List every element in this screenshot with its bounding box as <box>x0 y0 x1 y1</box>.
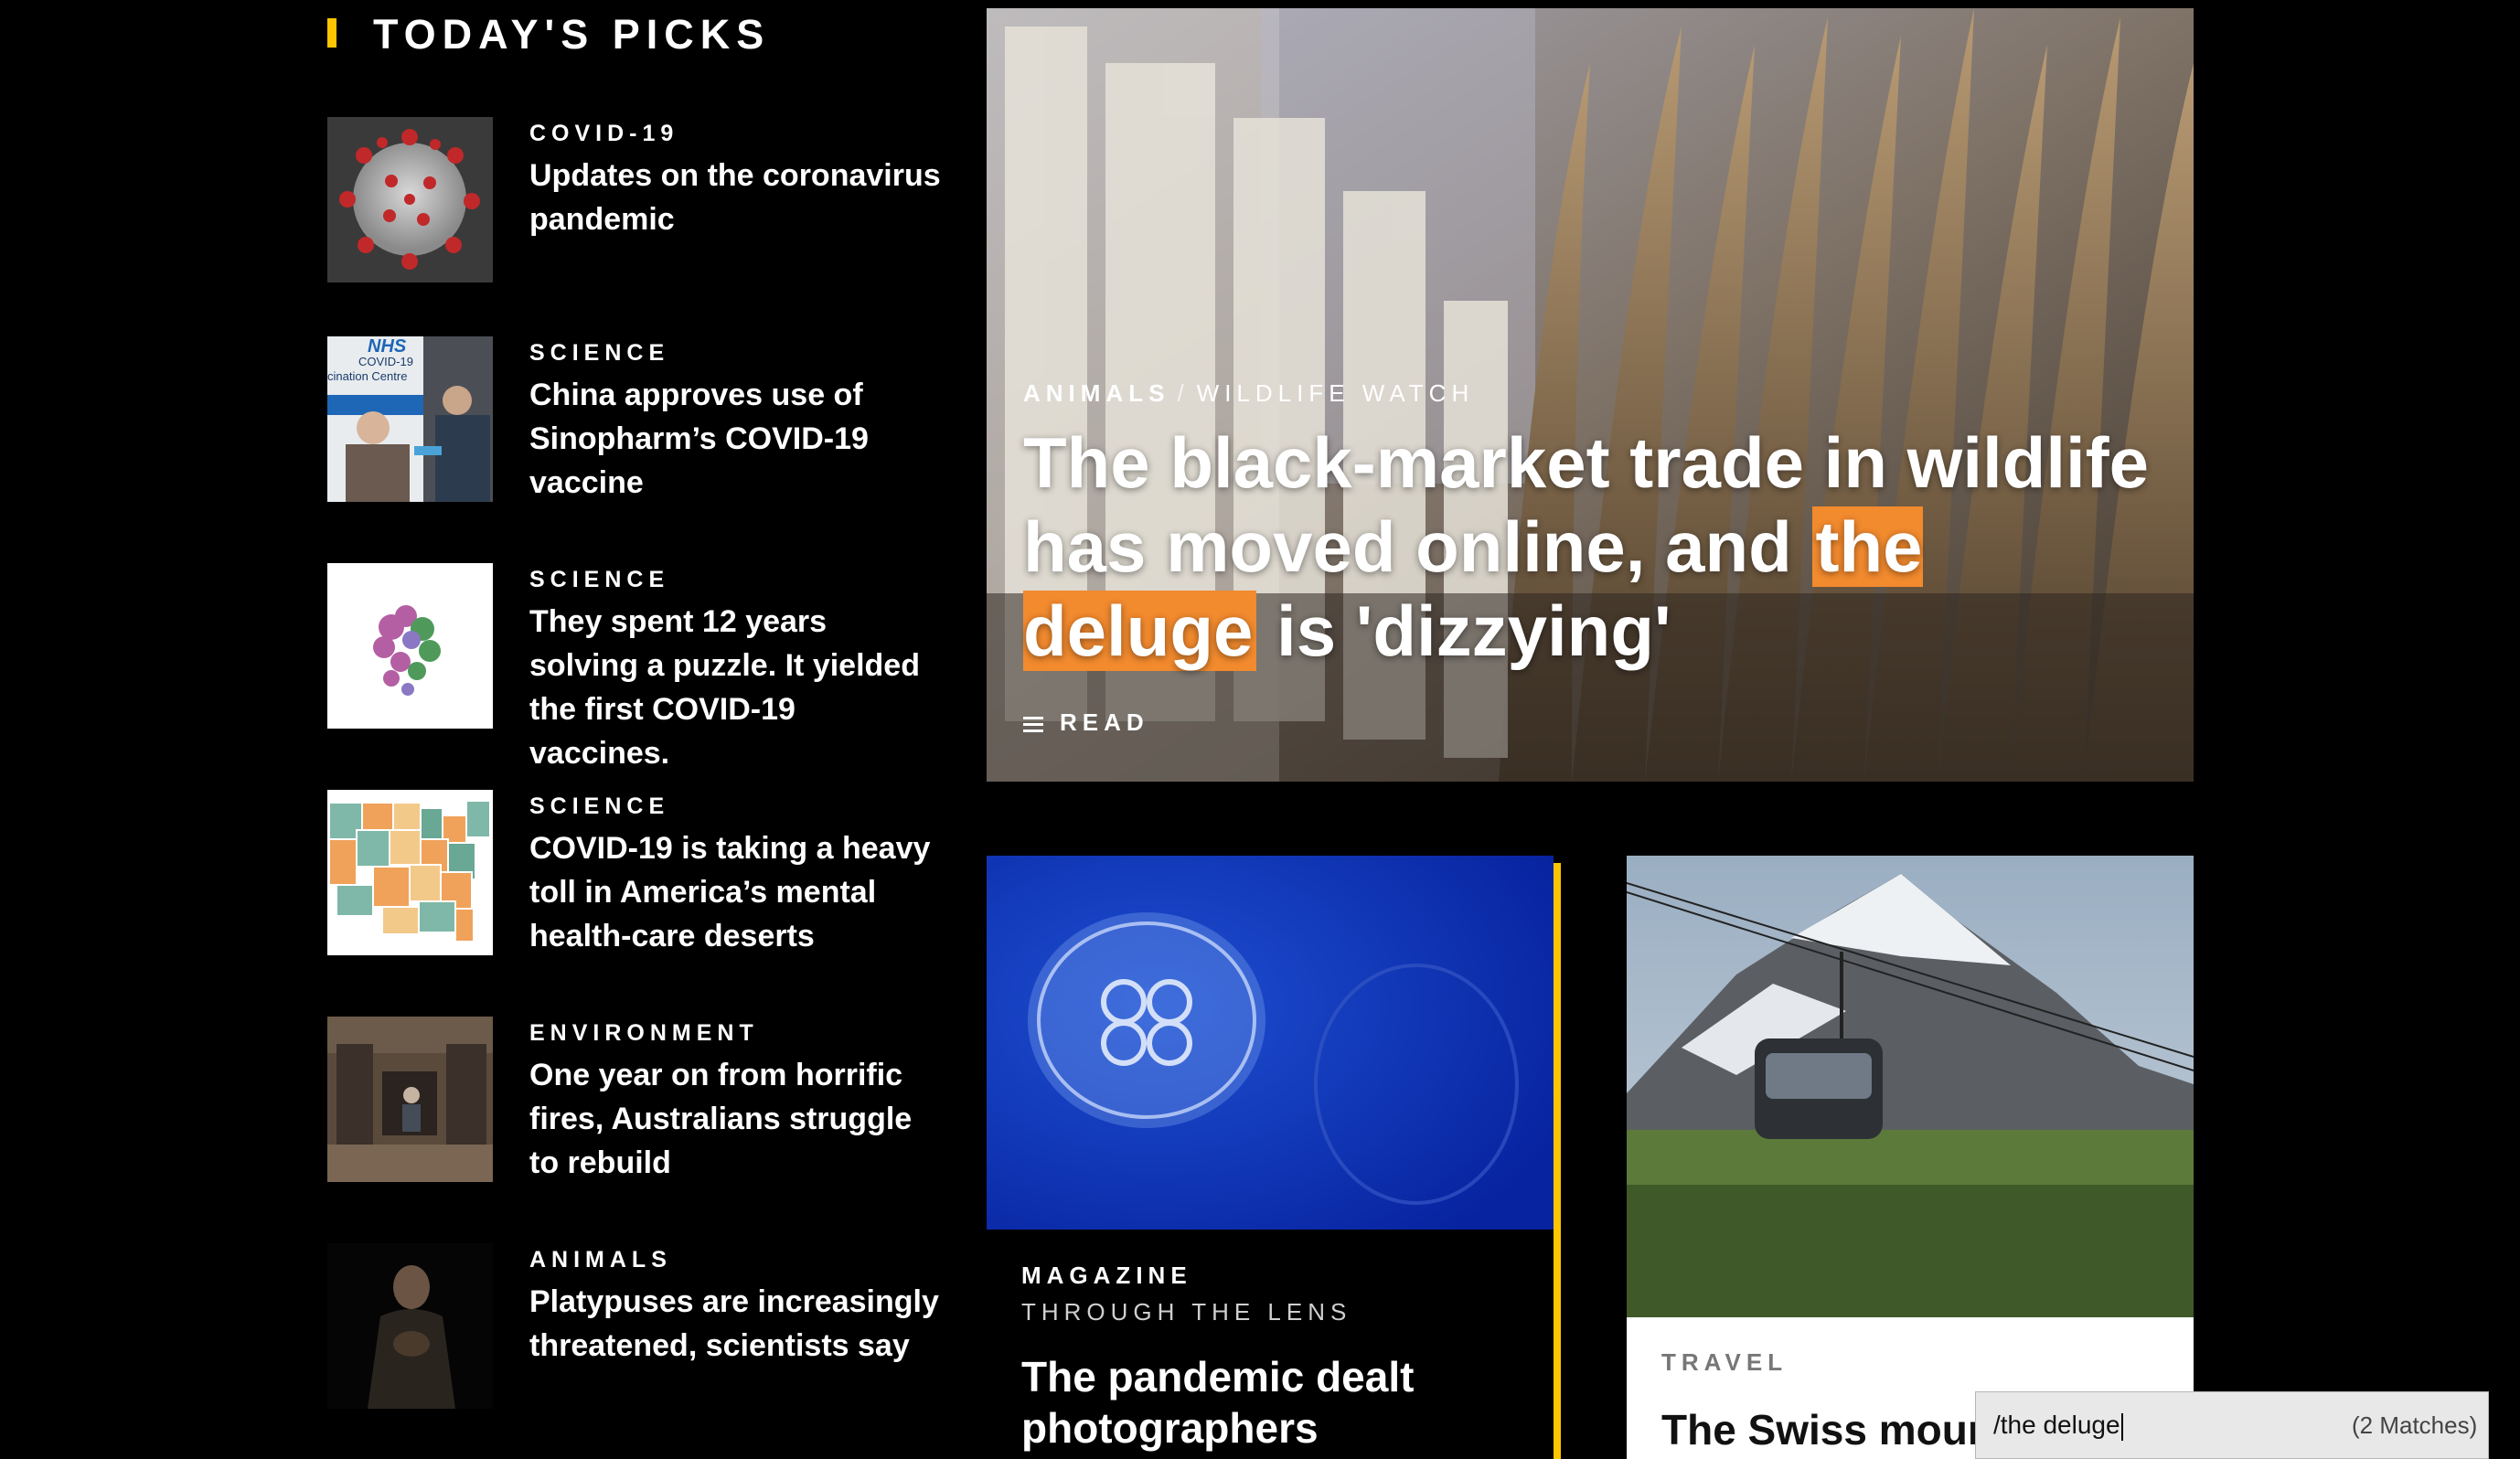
pick-item-sinopharm[interactable]: NHS COVID-19 cination Centre SCIENCE Chi… <box>327 336 931 503</box>
pick-category[interactable]: SCIENCE <box>529 336 669 369</box>
pick-category[interactable]: ANIMALS <box>529 1243 672 1276</box>
pick-item-vaccine-puzzle[interactable]: SCIENCE They spent 12 years solving a pu… <box>327 563 931 771</box>
hero-subcategory[interactable]: WILDLIFE WATCH <box>1197 379 1475 407</box>
hero-headline[interactable]: The black-market trade in wildlife has m… <box>1023 421 2175 673</box>
pick-headline[interactable]: Platypuses are increasingly threatened, … <box>529 1280 941 1368</box>
read-lines-icon <box>1023 713 1043 736</box>
pick-headline[interactable]: They spent 12 years solving a puzzle. It… <box>529 600 941 775</box>
category-separator: / <box>1177 379 1190 407</box>
card1-headline[interactable]: The pandemic dealt photographers <box>1021 1351 1533 1454</box>
pick-category[interactable]: SCIENCE <box>529 790 669 823</box>
pick-category[interactable]: SCIENCE <box>529 563 669 596</box>
burned-house-thumbnail[interactable] <box>327 1017 493 1182</box>
find-input[interactable]: /the deluge <box>1993 1408 2123 1443</box>
read-link[interactable]: READ <box>1023 706 1149 739</box>
coronavirus-thumbnail[interactable] <box>327 117 493 282</box>
protein-structure-thumbnail[interactable] <box>327 563 493 729</box>
jellyfish-image[interactable] <box>987 856 1554 1230</box>
pick-category[interactable]: COVID-19 <box>529 117 678 150</box>
find-match-count: (2 Matches) <box>2352 1411 2478 1439</box>
us-map-thumbnail[interactable] <box>327 790 493 955</box>
platypus-researcher-thumbnail[interactable] <box>327 1243 493 1409</box>
pick-item-australia-fires[interactable]: ENVIRONMENT One year on from horrific fi… <box>327 1017 931 1183</box>
card-accent-bar <box>1554 863 1561 1459</box>
pick-category[interactable]: ENVIRONMENT <box>529 1017 759 1049</box>
text-caret <box>2120 1412 2123 1441</box>
section-title: TODAY'S PICKS <box>373 11 771 58</box>
pick-headline[interactable]: Updates on the coronavirus pandemic <box>529 154 941 241</box>
card2-category[interactable]: TRAVEL <box>1661 1346 1788 1379</box>
card1-category[interactable]: MAGAZINE <box>1021 1259 1192 1292</box>
card1-subcategory[interactable]: THROUGH THE LENS <box>1021 1295 1351 1328</box>
pick-headline[interactable]: One year on from horrific fires, Austral… <box>529 1053 941 1185</box>
pick-item-mental-health[interactable]: SCIENCE COVID-19 is taking a heavy toll … <box>327 790 931 956</box>
pick-headline[interactable]: China approves use of Sinopharm’s COVID-… <box>529 373 941 505</box>
vaccination-photo-thumbnail[interactable]: NHS COVID-19 cination Centre <box>327 336 493 502</box>
hero-category[interactable]: ANIMALS <box>1023 379 1169 407</box>
hero-category-row: ANIMALS / WILDLIFE WATCH <box>1023 377 1474 410</box>
pick-headline[interactable]: COVID-19 is taking a heavy toll in Ameri… <box>529 826 941 958</box>
pick-item-platypus[interactable]: ANIMALS Platypuses are increasingly thre… <box>327 1243 939 1410</box>
sign-text: COVID-19 <box>358 355 413 368</box>
section-accent-bar <box>327 18 336 48</box>
pick-item-covid-updates[interactable]: COVID-19 Updates on the coronavirus pand… <box>327 117 941 283</box>
sign-text: cination Centre <box>327 369 408 383</box>
read-label[interactable]: READ <box>1060 708 1149 736</box>
swiss-mountain-cable-car-image[interactable] <box>1627 856 2194 1317</box>
